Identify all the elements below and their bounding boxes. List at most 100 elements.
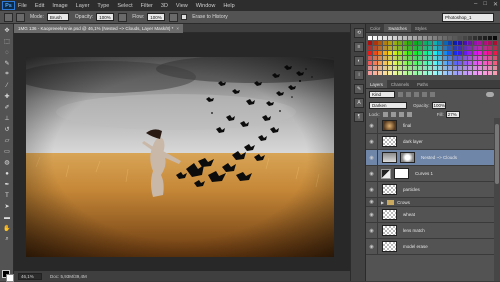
swatch-cell[interactable] [458, 51, 462, 55]
swatch-cell[interactable] [468, 51, 472, 55]
swatch-cell[interactable] [418, 61, 422, 65]
swatch-cell[interactable] [393, 66, 397, 70]
swatch-cell[interactable] [403, 56, 407, 60]
swatch-cell[interactable] [448, 71, 452, 75]
erase-history-checkbox[interactable] [181, 14, 188, 20]
layer-opacity-field[interactable]: 100% [431, 101, 446, 109]
swatch-cell[interactable] [488, 61, 492, 65]
swatch-cell[interactable] [398, 66, 402, 70]
swatch-cell[interactable] [483, 66, 487, 70]
tab-styles[interactable]: Styles [411, 24, 431, 32]
swatch-cell[interactable] [468, 46, 472, 50]
swatch-cell[interactable] [448, 51, 452, 55]
heal-tool-icon[interactable]: ✚ [2, 92, 12, 101]
character-panel-icon[interactable]: A [354, 98, 364, 108]
swatch-cell[interactable] [388, 41, 392, 45]
mode-select[interactable]: Brush [46, 13, 69, 21]
swatch-cell[interactable] [383, 61, 387, 65]
swatch-cell[interactable] [468, 66, 472, 70]
swatch-cell[interactable] [478, 66, 482, 70]
swatch-cell[interactable] [473, 61, 477, 65]
swatch-cell[interactable] [473, 71, 477, 75]
swatch-cell[interactable] [458, 41, 462, 45]
swatch-cell[interactable] [378, 36, 382, 40]
tab-color[interactable]: Color [366, 24, 384, 32]
history-panel-icon[interactable]: ⟲ [354, 28, 364, 38]
swatch-cell[interactable] [423, 71, 427, 75]
swatch-cell[interactable] [423, 56, 427, 60]
layer-mask-thumbnail[interactable] [400, 152, 415, 163]
swatch-cell[interactable] [378, 61, 382, 65]
swatch-cell[interactable] [433, 61, 437, 65]
swatch-cell[interactable] [408, 36, 412, 40]
swatch-cell[interactable] [373, 46, 377, 50]
swatch-cell[interactable] [463, 56, 467, 60]
swatch-cell[interactable] [478, 56, 482, 60]
swatch-cell[interactable] [478, 46, 482, 50]
swatch-cell[interactable] [383, 66, 387, 70]
swatch-cell[interactable] [493, 56, 497, 60]
swatch-cell[interactable] [433, 66, 437, 70]
swatch-cell[interactable] [403, 71, 407, 75]
swatch-cell[interactable] [418, 56, 422, 60]
visibility-eye-icon[interactable]: ◉ [366, 239, 378, 254]
swatch-cell[interactable] [443, 71, 447, 75]
swatch-cell[interactable] [488, 36, 492, 40]
swatch-cell[interactable] [368, 61, 372, 65]
swatch-cell[interactable] [493, 41, 497, 45]
swatch-cell[interactable] [403, 46, 407, 50]
swatch-cell[interactable] [493, 66, 497, 70]
swatches-grid[interactable] [366, 33, 500, 77]
swatch-cell[interactable] [453, 61, 457, 65]
stamp-tool-icon[interactable]: ⊥ [2, 114, 12, 123]
hand-tool-icon[interactable]: ✋ [2, 224, 12, 233]
pressure-opacity-icon[interactable] [118, 12, 128, 22]
swatch-cell[interactable] [413, 61, 417, 65]
filter-smart-icon[interactable] [430, 92, 435, 97]
shape-tool-icon[interactable]: ▬ [2, 213, 12, 222]
swatch-cell[interactable] [423, 41, 427, 45]
swatch-cell[interactable] [428, 36, 432, 40]
menu-type[interactable]: Type [97, 3, 109, 9]
swatch-cell[interactable] [478, 41, 482, 45]
swatch-cell[interactable] [423, 51, 427, 55]
swatch-cell[interactable] [438, 71, 442, 75]
swatch-cell[interactable] [373, 36, 377, 40]
swatch-cell[interactable] [373, 41, 377, 45]
swatch-cell[interactable] [423, 66, 427, 70]
swatch-cell[interactable] [423, 46, 427, 50]
swatch-cell[interactable] [378, 56, 382, 60]
gradient-tool-icon[interactable]: ▭ [2, 147, 12, 156]
brush-tool-icon[interactable]: ✐ [2, 103, 12, 112]
swatch-cell[interactable] [473, 51, 477, 55]
fill-field[interactable]: 27% [445, 111, 460, 118]
swatch-cell[interactable] [428, 61, 432, 65]
swatch-cell[interactable] [408, 56, 412, 60]
swatch-cell[interactable] [443, 36, 447, 40]
swatch-cell[interactable] [428, 56, 432, 60]
flow-field[interactable]: 100% [147, 13, 166, 21]
swatch-cell[interactable] [468, 41, 472, 45]
swatch-cell[interactable] [413, 66, 417, 70]
swatch-cell[interactable] [438, 46, 442, 50]
swatch-cell[interactable] [388, 36, 392, 40]
swatch-cell[interactable] [493, 61, 497, 65]
swatch-cell[interactable] [458, 66, 462, 70]
scrollbar-thumb[interactable] [495, 124, 499, 184]
dodge-tool-icon[interactable]: ● [2, 169, 12, 178]
type-tool-icon[interactable]: T [2, 191, 12, 200]
filter-adjustment-icon[interactable] [406, 92, 411, 97]
swatch-cell[interactable] [388, 46, 392, 50]
blend-mode-select[interactable]: Darken [369, 101, 407, 109]
swatch-cell[interactable] [438, 41, 442, 45]
swatch-cell[interactable] [393, 71, 397, 75]
swatch-cell[interactable] [453, 41, 457, 45]
lock-pixels-icon[interactable] [382, 112, 388, 117]
history-brush-tool-icon[interactable]: ↺ [2, 125, 12, 134]
swatch-cell[interactable] [448, 41, 452, 45]
visibility-eye-icon[interactable]: ◉ [366, 166, 378, 181]
swatch-cell[interactable] [398, 56, 402, 60]
swatch-cell[interactable] [448, 66, 452, 70]
minimize-button[interactable]: – [474, 1, 477, 8]
swatch-cell[interactable] [368, 51, 372, 55]
